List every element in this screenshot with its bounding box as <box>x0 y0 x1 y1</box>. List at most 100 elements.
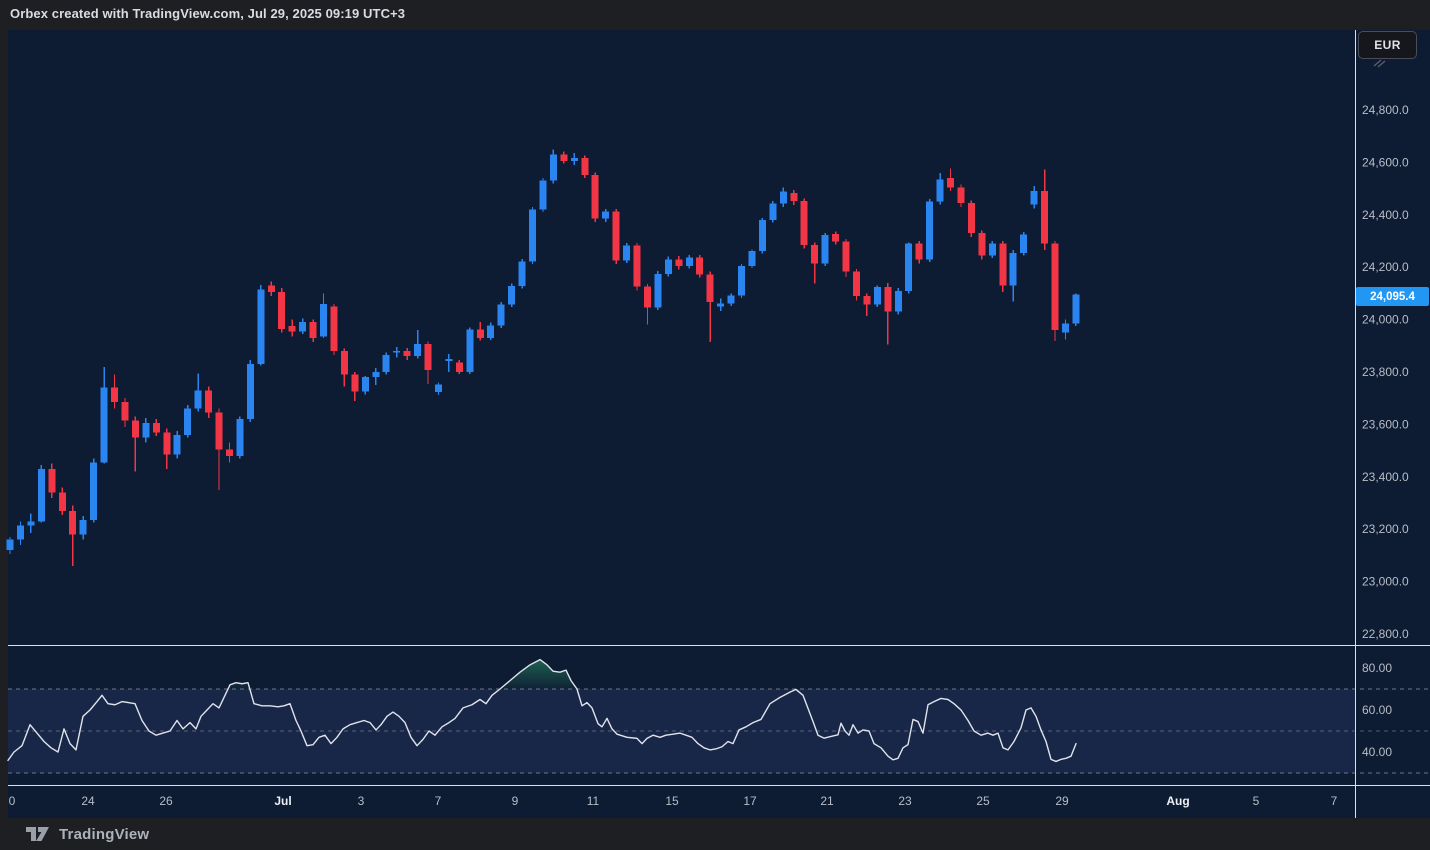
time-axis-label: 11 <box>587 794 600 808</box>
candle-body <box>393 351 400 353</box>
time-axis-label: 25 <box>976 794 990 808</box>
candle-body <box>320 304 327 337</box>
candle-body <box>665 259 672 273</box>
price-axis-label: 23,000.0 <box>1362 575 1409 589</box>
candle-body <box>216 413 223 450</box>
candle-body <box>999 244 1006 286</box>
currency-unit-button[interactable]: EUR <box>1358 31 1417 59</box>
candle-body <box>163 432 170 454</box>
candle-body <box>738 266 745 296</box>
candle-body <box>529 210 536 262</box>
candle-body <box>38 469 45 521</box>
price-axis-label: 23,800.0 <box>1362 365 1409 379</box>
candle-body <box>195 390 202 408</box>
candle-body <box>362 377 369 391</box>
top-bar: Orbex created with TradingView.com, Jul … <box>0 0 1430 30</box>
candle-body <box>853 271 860 296</box>
time-axis-label: 21 <box>820 794 834 808</box>
candle-body <box>101 388 108 463</box>
candle-body <box>7 540 14 550</box>
candle-body <box>341 351 348 375</box>
rsi-axis-label: 40.00 <box>1362 745 1392 759</box>
candle-body <box>560 155 567 161</box>
candle-body <box>1010 253 1017 286</box>
candle-body <box>696 258 703 275</box>
candle-body <box>905 244 912 291</box>
candle-body <box>59 493 66 511</box>
candle-body <box>790 193 797 201</box>
chart-canvas[interactable]: 24,800.024,600.024,400.024,200.024,000.0… <box>0 0 1430 850</box>
time-axis-label: 9 <box>512 794 519 808</box>
tradingview-chart-page: Orbex created with TradingView.com, Jul … <box>0 0 1430 850</box>
candle-body <box>132 420 139 437</box>
candle-body <box>278 292 285 329</box>
time-axis-label: 0 <box>9 794 16 808</box>
candle-body <box>1052 244 1059 330</box>
candle-body <box>425 344 432 370</box>
candle-body <box>508 286 515 304</box>
candle-body <box>351 375 358 392</box>
candle-body <box>226 449 233 456</box>
candle-body <box>1072 295 1079 324</box>
candle-body <box>623 246 630 261</box>
time-axis-label: 26 <box>159 794 173 808</box>
rsi-axis-label: 80.00 <box>1362 661 1392 675</box>
time-axis-label: 7 <box>435 794 442 808</box>
candle-body <box>978 233 985 255</box>
candle-body <box>811 245 818 263</box>
candle-body <box>675 259 682 266</box>
price-axis-label: 24,400.0 <box>1362 208 1409 222</box>
time-axis-label: 17 <box>743 794 757 808</box>
candle-body <box>947 178 954 187</box>
candle-body <box>759 220 766 251</box>
candle-body <box>592 175 599 218</box>
rsi-axis-label: 60.00 <box>1362 703 1392 717</box>
last-price-value: 24,095.4 <box>1370 291 1415 303</box>
candle-body <box>498 304 505 325</box>
price-axis-label: 23,600.0 <box>1362 417 1409 431</box>
price-axis-label: 24,000.0 <box>1362 313 1409 327</box>
candle-body <box>843 242 850 272</box>
time-axis-label: 7 <box>1331 794 1338 808</box>
candle-body <box>236 419 243 456</box>
footer-bar: TradingView <box>0 818 1430 850</box>
candle-body <box>184 409 191 435</box>
currency-unit-label: EUR <box>1374 38 1401 52</box>
candle-body <box>581 158 588 175</box>
candle-body <box>1020 234 1027 252</box>
price-axis-label: 23,200.0 <box>1362 522 1409 536</box>
candle-body <box>613 212 620 261</box>
candle-body <box>445 359 452 361</box>
candle-body <box>926 202 933 260</box>
candle-body <box>832 234 839 241</box>
candle-body <box>769 203 776 220</box>
time-axis-label: 24 <box>81 794 95 808</box>
time-axis-label: Aug <box>1166 794 1189 808</box>
candle-body <box>289 326 296 331</box>
candle-body <box>748 251 755 266</box>
tradingview-logo-icon[interactable] <box>26 827 50 842</box>
candle-body <box>916 244 923 260</box>
candle-body <box>111 388 118 402</box>
candle-body <box>310 322 317 338</box>
candle-body <box>654 274 661 308</box>
time-axis-label: 29 <box>1055 794 1069 808</box>
candle-body <box>989 244 996 256</box>
candle-body <box>539 181 546 210</box>
last-price-badge: 24,095.4 <box>1356 287 1429 306</box>
candle-body <box>895 291 902 312</box>
candle-body <box>571 158 578 161</box>
candle-body <box>1062 324 1069 333</box>
candle-body <box>142 423 149 437</box>
candle-body <box>404 351 411 356</box>
candle-body <box>884 287 891 312</box>
candle-body <box>372 372 379 377</box>
candle-body <box>728 295 735 303</box>
candle-body <box>257 289 264 364</box>
tradingview-brand-text[interactable]: TradingView <box>59 826 149 843</box>
candle-body <box>153 423 160 432</box>
price-axis-label: 22,800.0 <box>1362 627 1409 641</box>
price-axis-label: 24,200.0 <box>1362 260 1409 274</box>
candle-body <box>957 187 964 203</box>
candle-body <box>247 364 254 419</box>
